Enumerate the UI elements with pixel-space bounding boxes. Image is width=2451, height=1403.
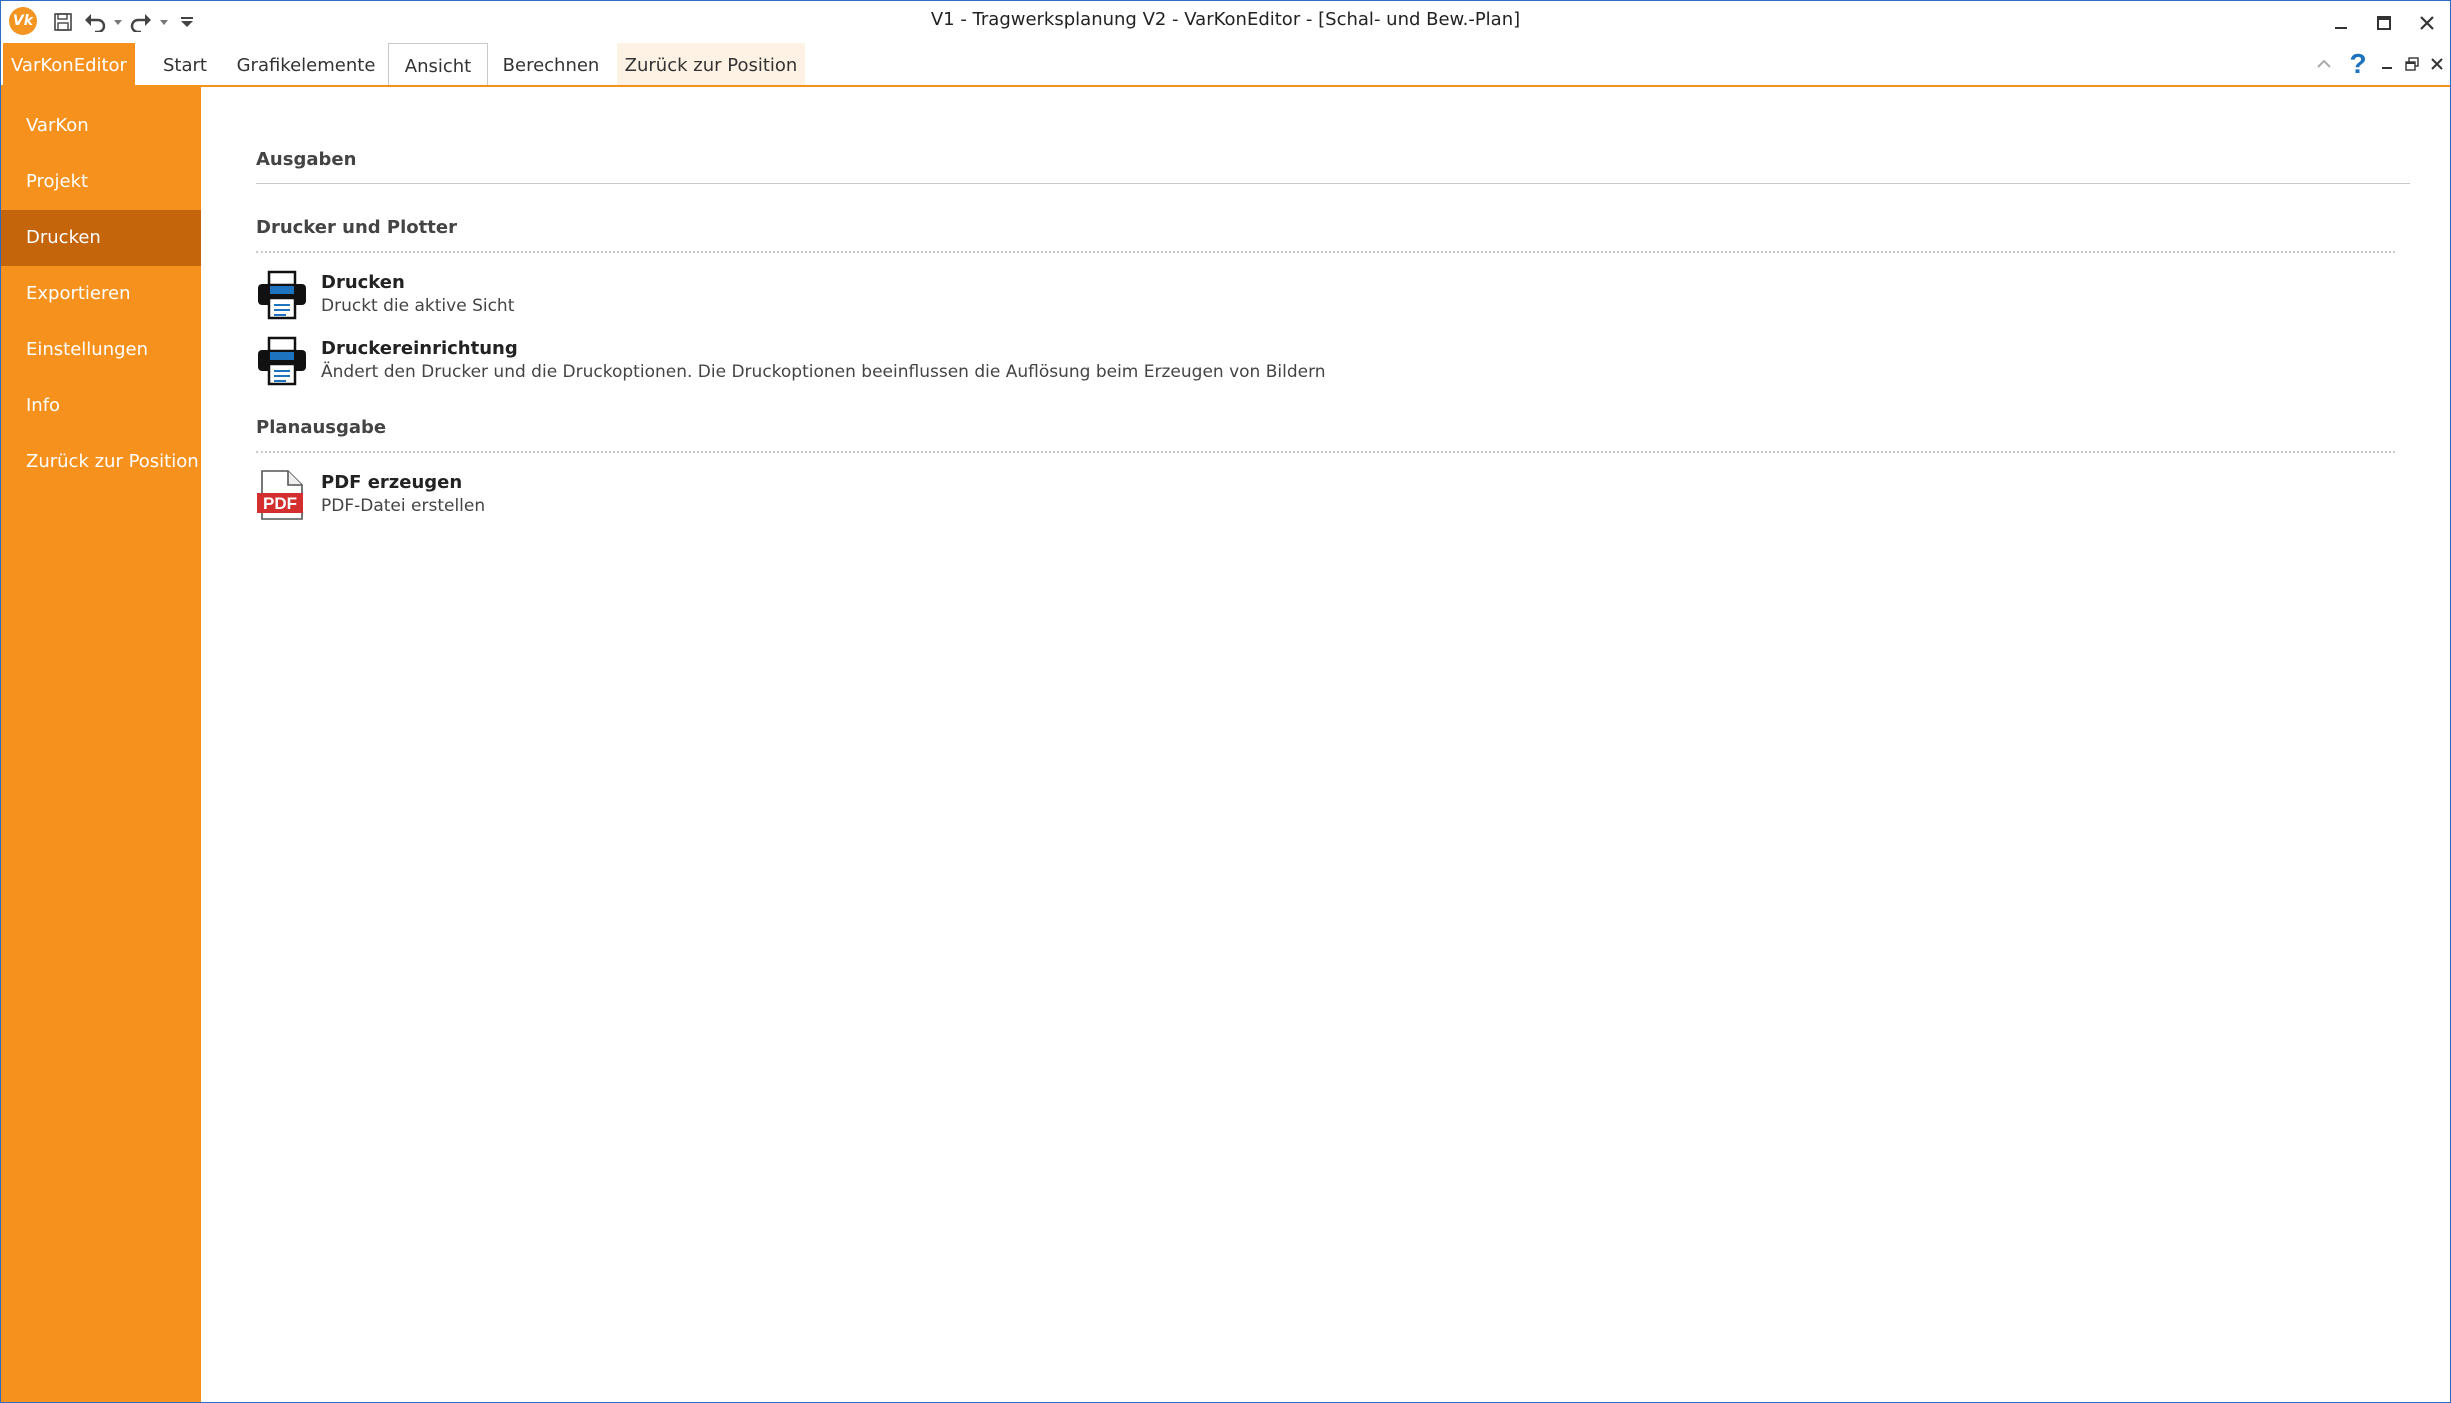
command-title: Drucken [321, 272, 405, 293]
command-title: PDF erzeugen [321, 472, 463, 493]
close-icon[interactable] [2405, 5, 2449, 41]
tab-zurueck-zur-position[interactable]: Zurück zur Position [617, 43, 805, 85]
sidebar-item-einstellungen[interactable]: Einstellungen [1, 322, 201, 378]
header-divider [256, 183, 2410, 184]
tab-grafikelemente[interactable]: Grafikelemente [233, 43, 379, 85]
command-description: Druckt die aktive Sicht [321, 296, 515, 316]
title-bar: Vk V1 - Tragwerksplanung V2 - VarKonEdit… [1, 1, 2450, 43]
help-icon[interactable]: ? [2345, 48, 2371, 79]
tab-varkoneditor[interactable]: VarKonEditor [3, 43, 135, 85]
pdf-erzeugen-command[interactable]: PDF PDF erzeugen PDF-Datei erstellen [256, 469, 485, 525]
drucken-command[interactable]: Drucken Druckt die aktive Sicht [256, 269, 514, 325]
group-title-drucker-und-plotter: Drucker und Plotter [256, 217, 457, 238]
doc-restore-icon[interactable] [2399, 49, 2425, 79]
command-title: Druckereinrichtung [321, 338, 518, 359]
druckereinrichtung-command[interactable]: Druckereinrichtung Ändert den Drucker un… [256, 335, 1326, 391]
window-title: V1 - Tragwerksplanung V2 - VarKonEditor … [930, 9, 1521, 30]
pdf-icon: PDF [256, 469, 308, 521]
backstage-sidebar: VarKon Projekt Drucken Exportieren Einst… [1, 87, 201, 1402]
collapse-ribbon-icon[interactable] [2311, 49, 2337, 79]
maximize-icon[interactable] [2362, 5, 2406, 41]
page-title: Ausgaben [256, 149, 357, 170]
doc-minimize-icon[interactable] [2374, 49, 2400, 79]
sidebar-item-varkon[interactable]: VarKon [1, 98, 201, 154]
sidebar-item-drucken[interactable]: Drucken [1, 210, 201, 266]
command-description: PDF-Datei erstellen [321, 496, 486, 516]
ribbon-tab-bar: VarKonEditor Start Grafikelemente Ansich… [1, 43, 2450, 87]
pdf-icon-label: PDF [263, 494, 297, 513]
sidebar-item-projekt[interactable]: Projekt [1, 154, 201, 210]
tab-start[interactable]: Start [149, 43, 221, 85]
command-description: Ändert den Drucker und die Druckoptionen… [321, 362, 1326, 382]
minimize-icon[interactable] [2319, 5, 2363, 41]
app-window: Vk V1 - Tragwerksplanung V2 - VarKonEdit… [0, 0, 2451, 1403]
sidebar-item-zurueck-zur-position[interactable]: Zurück zur Position [1, 434, 201, 490]
tab-berechnen[interactable]: Berechnen [497, 43, 605, 85]
sidebar-item-exportieren[interactable]: Exportieren [1, 266, 201, 322]
printer-icon [256, 269, 308, 321]
group-divider [256, 251, 2395, 253]
ribbon-accent-line [1, 85, 2450, 87]
group-divider [256, 451, 2395, 453]
sidebar-item-info[interactable]: Info [1, 378, 201, 434]
doc-close-icon[interactable] [2424, 49, 2450, 79]
tab-ansicht[interactable]: Ansicht [388, 43, 488, 87]
printer-setup-icon [256, 335, 308, 387]
group-title-planausgabe: Planausgabe [256, 417, 387, 438]
